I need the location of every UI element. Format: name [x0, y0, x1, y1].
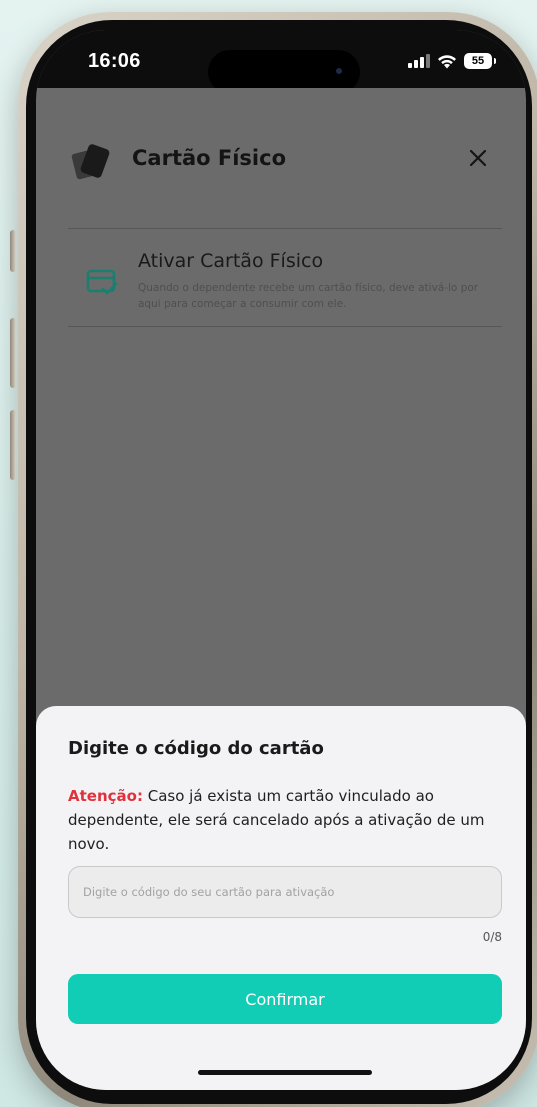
status-icons: 55 [408, 50, 496, 72]
confirm-button[interactable]: Confirmar [68, 974, 502, 1024]
warning-label: Atenção: [68, 787, 143, 805]
page-title: Cartão Físico [132, 146, 287, 170]
divider-top [68, 228, 502, 229]
bottom-sheet: Digite o código do cartão Atenção: Caso … [36, 706, 526, 1090]
home-indicator [198, 1070, 372, 1075]
status-bar: 16:06 55 [36, 30, 526, 94]
character-counter: 0/8 [482, 930, 502, 944]
cards-icon [71, 144, 110, 180]
warning-message: Atenção: Caso já exista um cartão vincul… [68, 784, 508, 856]
silent-switch [10, 230, 16, 272]
divider-bottom [68, 326, 502, 327]
phone-screen: 16:06 55 Cartão Físico Ativar Cartão Fís… [36, 30, 526, 1090]
volume-up-button [10, 318, 16, 388]
close-icon [469, 149, 487, 167]
camera-dot [336, 68, 342, 74]
volume-down-button [10, 410, 16, 480]
battery-icon: 55 [464, 53, 496, 69]
app-header: Cartão Físico [68, 136, 494, 186]
status-time: 16:06 [88, 50, 141, 72]
menu-item-description: Quando o dependente recebe um cartão fís… [138, 282, 479, 310]
card-check-icon [86, 269, 118, 295]
cellular-signal-icon [408, 54, 430, 68]
menu-item-activate-card[interactable]: Ativar Cartão Físico Quando o dependente… [68, 240, 502, 318]
close-button[interactable] [462, 142, 494, 174]
menu-item-title: Ativar Cartão Físico [138, 250, 324, 272]
card-code-input[interactable] [68, 866, 502, 918]
sheet-title: Digite o código do cartão [68, 738, 324, 759]
wifi-icon [438, 54, 456, 68]
